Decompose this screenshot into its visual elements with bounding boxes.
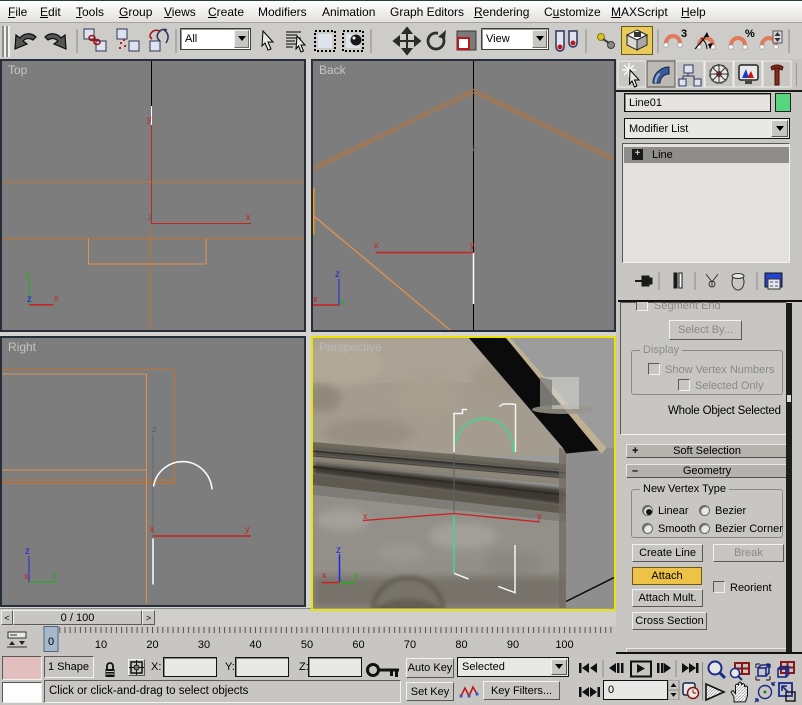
svg-text:y: y — [537, 511, 542, 521]
svg-text:x: x — [246, 212, 251, 222]
svg-text:y: y — [147, 114, 152, 124]
svg-text:z: z — [25, 546, 30, 557]
svg-text:z: z — [336, 545, 341, 556]
svg-text:x: x — [374, 240, 379, 250]
svg-text:y: y — [340, 296, 345, 306]
svg-text:z: z — [472, 143, 477, 153]
svg-text:x: x — [322, 570, 327, 580]
svg-text:y: y — [354, 570, 359, 580]
svg-text:z: z — [27, 294, 32, 305]
svg-text:50: 50 — [301, 639, 313, 651]
svg-text:20: 20 — [146, 639, 158, 651]
svg-text:90: 90 — [507, 639, 519, 651]
svg-text:80: 80 — [455, 639, 467, 651]
svg-text:x: x — [24, 571, 29, 581]
svg-text:3: 3 — [681, 28, 687, 40]
svg-text:y: y — [470, 240, 475, 250]
svg-text:70: 70 — [404, 639, 416, 651]
svg-text:z: z — [335, 269, 340, 280]
svg-text:10: 10 — [95, 639, 107, 651]
svg-text:60: 60 — [352, 639, 364, 651]
svg-text:y: y — [52, 570, 57, 580]
svg-text:0: 0 — [48, 636, 54, 648]
svg-text:x: x — [363, 511, 368, 521]
svg-text:z: z — [148, 212, 153, 222]
svg-text:100: 100 — [555, 639, 573, 651]
svg-text:%: % — [745, 28, 755, 40]
svg-text:x: x — [313, 294, 318, 304]
svg-text:40: 40 — [249, 639, 261, 651]
svg-text:x: x — [54, 293, 59, 303]
svg-text:30: 30 — [198, 639, 210, 651]
svg-text:x: x — [150, 524, 155, 534]
svg-text:y: y — [25, 268, 30, 278]
svg-text:z: z — [152, 424, 157, 434]
svg-text:y: y — [245, 524, 250, 534]
